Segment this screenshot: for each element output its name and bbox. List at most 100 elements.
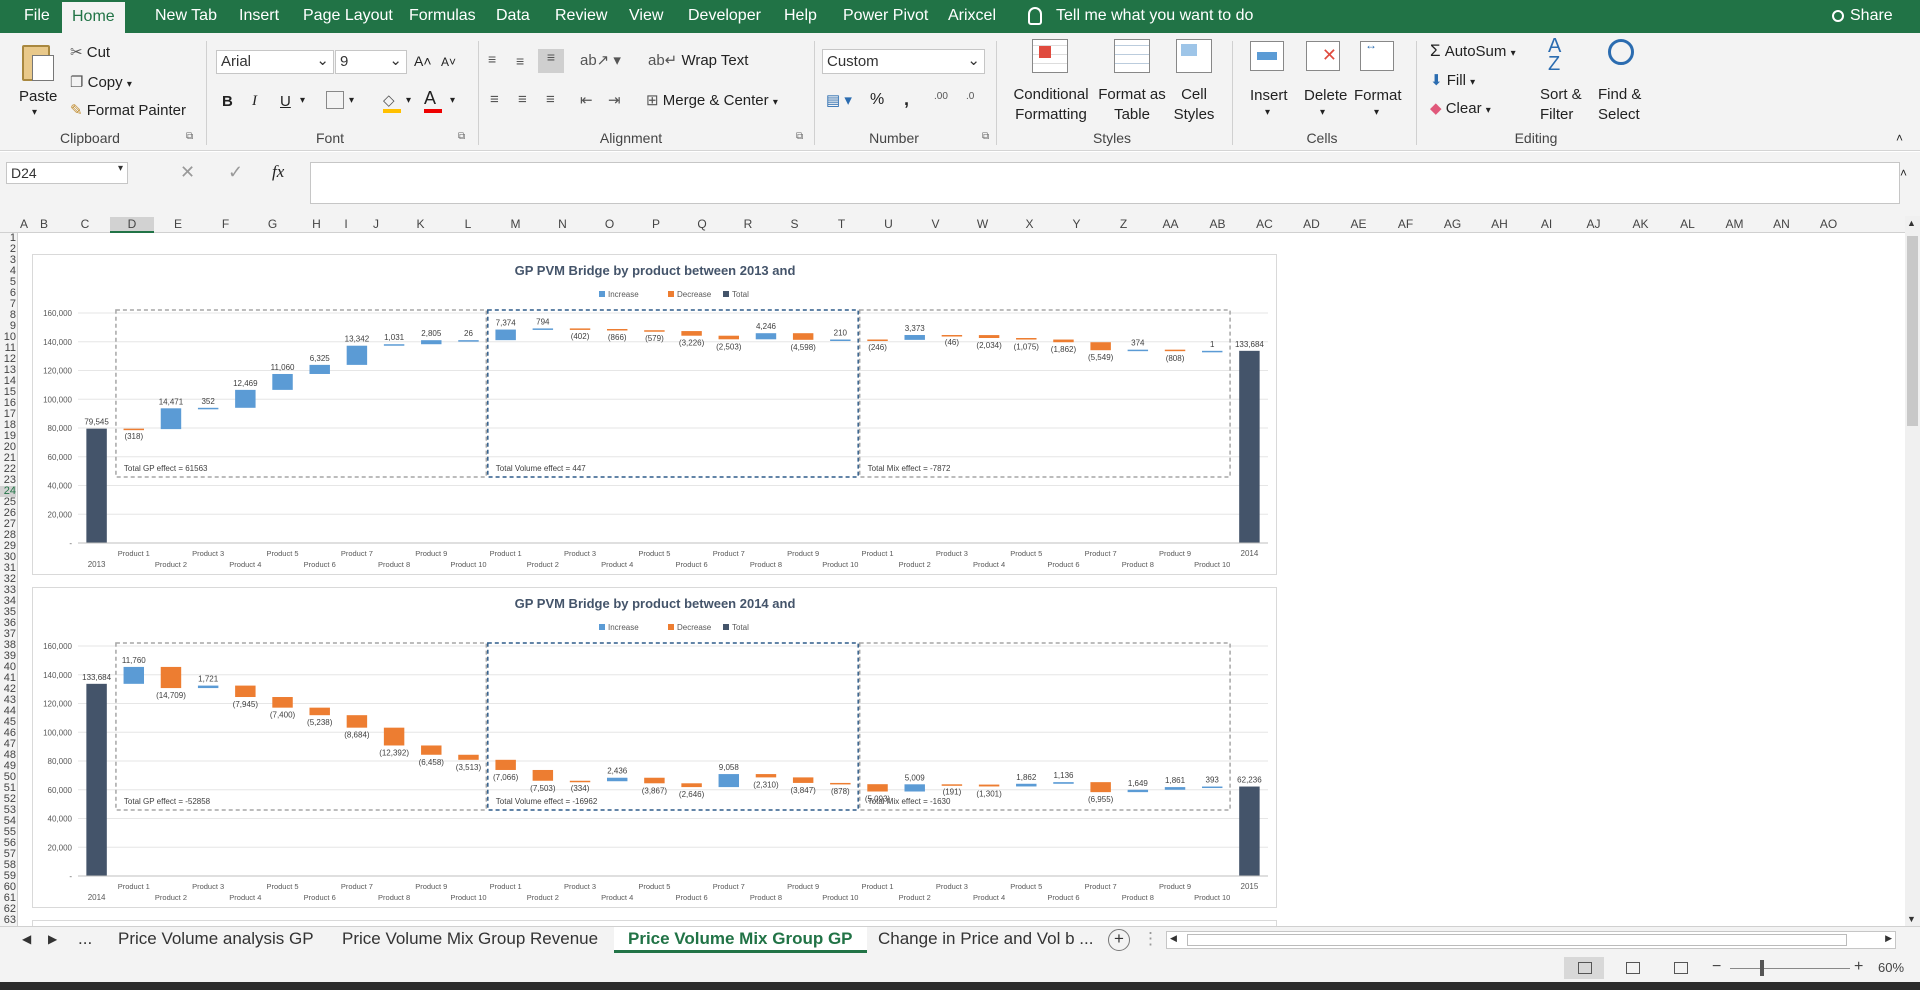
comma-button[interactable]: , [904, 89, 909, 110]
column-header-l[interactable]: L [444, 217, 492, 231]
fill-color-icon[interactable]: ◇ [383, 91, 401, 113]
column-header-d[interactable]: D [110, 217, 154, 233]
column-header-h[interactable]: H [296, 217, 337, 231]
expand-formula-icon[interactable]: ˄ [1900, 166, 1907, 180]
align-left-icon[interactable]: ≡ [490, 91, 499, 108]
column-header-p[interactable]: P [633, 217, 679, 231]
column-header-af[interactable]: AF [1382, 217, 1429, 231]
cell-styles-button[interactable]: Cell Styles [1166, 85, 1222, 125]
find-select-button[interactable]: Find & Select [1598, 85, 1641, 125]
clear-button[interactable]: ◆ Clear ▾ [1430, 99, 1491, 117]
paste-button[interactable] [18, 41, 56, 89]
tab-power-pivot[interactable]: Power Pivot [835, 0, 936, 33]
column-header-y[interactable]: Y [1053, 217, 1100, 231]
format-cells-icon[interactable]: ↔ [1360, 38, 1394, 71]
zoom-level[interactable]: 60% [1878, 960, 1904, 975]
cut-button[interactable]: ✂ Cut [70, 43, 110, 61]
column-header-ag[interactable]: AG [1429, 217, 1476, 231]
column-header-ac[interactable]: AC [1241, 217, 1288, 231]
vertical-scrollbar[interactable]: ▲ ▼ [1905, 216, 1920, 926]
bold-button[interactable]: B [222, 93, 233, 110]
font-color-icon[interactable]: A [424, 88, 442, 113]
column-header-u[interactable]: U [865, 217, 912, 231]
delete-button[interactable]: Delete [1304, 87, 1347, 104]
column-header-q[interactable]: Q [679, 217, 725, 231]
number-format-select[interactable]: Custom ⌄ [822, 49, 985, 74]
column-header-s[interactable]: S [771, 217, 818, 231]
chevron-down-icon[interactable]: ▾ [1265, 107, 1270, 118]
scroll-left-icon[interactable]: ◀ [1170, 933, 1177, 944]
column-header-g[interactable]: G [249, 217, 296, 231]
insert-cells-icon[interactable] [1250, 41, 1284, 71]
align-right-icon[interactable]: ≡ [546, 91, 555, 108]
check-icon[interactable]: ✓ [228, 162, 243, 183]
dialog-launcher-icon[interactable]: ⧉ [186, 131, 193, 142]
orientation-icon[interactable]: ab↗ ▾ [580, 51, 621, 69]
column-header-i[interactable]: I [337, 217, 355, 231]
scroll-down-icon[interactable]: ▼ [1907, 914, 1916, 924]
dialog-launcher-icon[interactable]: ⧉ [796, 131, 803, 142]
column-header-m[interactable]: M [492, 217, 539, 231]
file-tab[interactable]: File [16, 0, 58, 33]
page-layout-view-icon[interactable] [1626, 962, 1640, 974]
column-header-z[interactable]: Z [1100, 217, 1147, 231]
tab-insert[interactable]: Insert [231, 0, 287, 33]
zoom-out-button[interactable]: − [1712, 958, 1721, 976]
sort-filter-button[interactable]: Sort & Filter [1540, 85, 1582, 125]
column-header-n[interactable]: N [539, 217, 586, 231]
chevron-down-icon[interactable]: ▾ [406, 95, 411, 106]
wrap-text-button[interactable]: ab↵ Wrap Text [648, 51, 748, 69]
tab-page-layout[interactable]: Page Layout [295, 0, 401, 33]
dialog-launcher-icon[interactable]: ⧉ [458, 131, 465, 142]
format-button[interactable]: Format [1354, 87, 1402, 104]
column-header-ab[interactable]: AB [1194, 217, 1241, 231]
row-header-63[interactable]: 63 [0, 915, 16, 926]
formula-input[interactable] [310, 162, 1900, 204]
column-header-r[interactable]: R [725, 217, 771, 231]
column-header-a[interactable]: A [20, 217, 28, 231]
align-top-icon[interactable]: ≡ [488, 51, 497, 67]
column-header-aa[interactable]: AA [1147, 217, 1194, 231]
copy-button[interactable]: ❐ Copy ▾ [70, 73, 132, 91]
tab-arixcel[interactable]: Arixcel [940, 0, 1004, 33]
tab-home[interactable]: Home [62, 2, 125, 33]
chevron-down-icon[interactable]: ▾ [32, 107, 37, 118]
sheet-tab-pvm-group-gp[interactable]: Price Volume Mix Group GP [614, 927, 867, 953]
column-header-k[interactable]: K [397, 217, 444, 231]
scroll-right-icon[interactable]: ▶ [1885, 933, 1892, 944]
zoom-slider-handle[interactable] [1760, 960, 1764, 976]
zoom-in-button[interactable]: + [1854, 958, 1863, 976]
chevron-down-icon[interactable]: ▾ [450, 95, 455, 106]
grow-font-icon[interactable]: A˄ [414, 53, 432, 69]
prev-sheet-icon[interactable]: ◀ [18, 927, 35, 953]
column-header-an[interactable]: AN [1758, 217, 1805, 231]
column-header-x[interactable]: X [1006, 217, 1053, 231]
tab-developer[interactable]: Developer [680, 0, 769, 33]
column-header-f[interactable]: F [202, 217, 249, 231]
add-sheet-icon[interactable]: + [1108, 929, 1130, 951]
sheet-tab-price-volume-analysis-gp[interactable]: Price Volume analysis GP [104, 927, 328, 953]
delete-cells-icon[interactable]: ✕ [1306, 41, 1340, 71]
align-bottom-icon[interactable]: ≡ [538, 49, 564, 73]
page-break-view-icon[interactable] [1674, 962, 1688, 974]
column-header-ai[interactable]: AI [1523, 217, 1570, 231]
column-header-ah[interactable]: AH [1476, 217, 1523, 231]
horizontal-scrollbar[interactable]: ◀ ▶ [1166, 931, 1896, 949]
conditional-formatting-icon[interactable] [1032, 39, 1068, 73]
column-header-ak[interactable]: AK [1617, 217, 1664, 231]
tab-view[interactable]: View [621, 0, 671, 33]
increase-decimal-button[interactable]: .00 [934, 91, 948, 102]
tab-data[interactable]: Data [488, 0, 538, 33]
conditional-formatting-button[interactable]: Conditional Formatting [1010, 85, 1092, 125]
chart-2013[interactable]: GP PVM Bridge by product between 2013 an… [32, 254, 1277, 575]
italic-button[interactable]: I [252, 93, 257, 110]
column-header-t[interactable]: T [818, 217, 865, 231]
tell-me-box[interactable]: Tell me what you want to do [1020, 0, 1261, 33]
cell-styles-icon[interactable] [1176, 39, 1212, 73]
shrink-font-icon[interactable]: A˅ [441, 55, 456, 69]
column-header-e[interactable]: E [154, 217, 202, 231]
chevron-down-icon[interactable]: ▾ [349, 95, 354, 106]
column-header-am[interactable]: AM [1711, 217, 1758, 231]
sheet-tab-pvm-group-revenue[interactable]: Price Volume Mix Group Revenue [328, 927, 612, 953]
dialog-launcher-icon[interactable]: ⧉ [982, 131, 989, 142]
